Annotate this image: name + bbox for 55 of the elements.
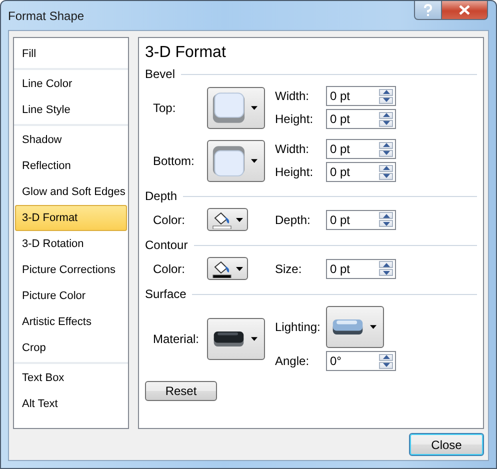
section-heading: Bevel [145,67,176,81]
sidebar-item[interactable]: Text Box [15,365,127,391]
sidebar-item[interactable]: Picture Corrections [15,257,127,283]
gallery-dropdown[interactable] [326,306,384,348]
field-label: Top: [153,100,176,114]
close-button[interactable]: Close [409,433,484,456]
caret-icon [236,266,243,270]
caret-icon [251,106,258,110]
panel-title: 3-D Format [145,43,227,63]
sidebar-item[interactable]: Reflection [15,153,127,179]
sidebar-item[interactable]: 3-D Rotation [15,231,127,257]
sidebar-item[interactable]: Fill [15,41,127,67]
section-heading: Depth [145,189,178,203]
section-heading: Surface [145,287,186,301]
field-label: Height: [275,112,314,126]
field-label: Width: [275,142,310,156]
field-label: Width: [275,89,310,103]
field-label: Bottom: [153,154,194,168]
lighting-preview-icon [331,317,364,337]
field-label: Angle: [275,354,310,368]
field-label: Size: [275,262,303,276]
field-label: Depth: [275,212,312,226]
reset-button[interactable]: Reset [145,381,217,401]
window-title: Format Shape [8,9,84,23]
close-button[interactable] [442,1,488,20]
sidebar-item[interactable]: Artistic Effects [15,309,127,335]
sidebar-item[interactable]: Line Color [15,71,127,97]
section-heading: Contour [145,238,188,252]
sidebar-item[interactable]: Alt Text [15,391,127,417]
gallery-dropdown[interactable] [207,318,265,360]
caret-icon [236,218,243,222]
caret-icon [370,325,377,329]
color-dropdown[interactable] [207,257,248,280]
sidebar-item[interactable]: Glow and Soft Edges [15,179,127,205]
help-icon [423,4,433,16]
caret-icon [251,158,258,162]
bevel-preview-icon [212,90,246,124]
sidebar-item[interactable]: Picture Color [15,283,127,309]
paint-bucket-icon [212,210,232,228]
field-label: Color: [153,212,186,226]
field-label: Material: [153,332,200,346]
help-button[interactable] [414,1,442,20]
bevel-preview-icon [212,144,246,178]
close-icon [459,5,470,15]
sidebar-item[interactable]: Crop [15,335,127,361]
sidebar-item[interactable]: 3-D Format [15,205,127,231]
field-label: Lighting: [275,320,322,334]
material-preview-icon [212,328,246,348]
field-label: Height: [275,165,314,179]
sidebar-item[interactable]: Line Style [15,97,127,123]
sidebar-item[interactable]: Shadow [15,127,127,153]
caret-icon [251,336,258,340]
paint-bucket-icon [212,260,232,278]
field-label: Color: [153,262,186,276]
color-dropdown[interactable] [207,208,248,231]
